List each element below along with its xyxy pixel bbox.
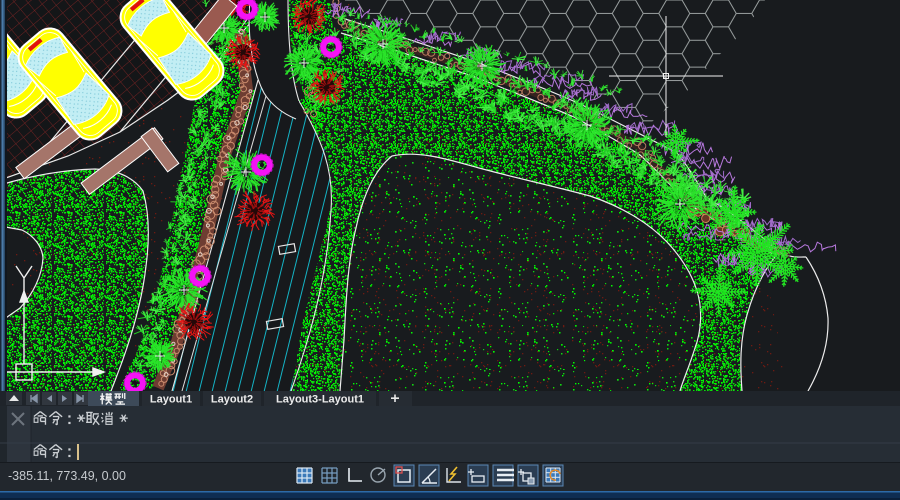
svg-text:Layout2: Layout2	[211, 394, 253, 406]
svg-text:-385.11, 773.49, 0.00: -385.11, 773.49, 0.00	[8, 469, 126, 483]
svg-text:Layout3-Layout1: Layout3-Layout1	[276, 394, 364, 406]
svg-text:Layout1: Layout1	[150, 394, 192, 406]
